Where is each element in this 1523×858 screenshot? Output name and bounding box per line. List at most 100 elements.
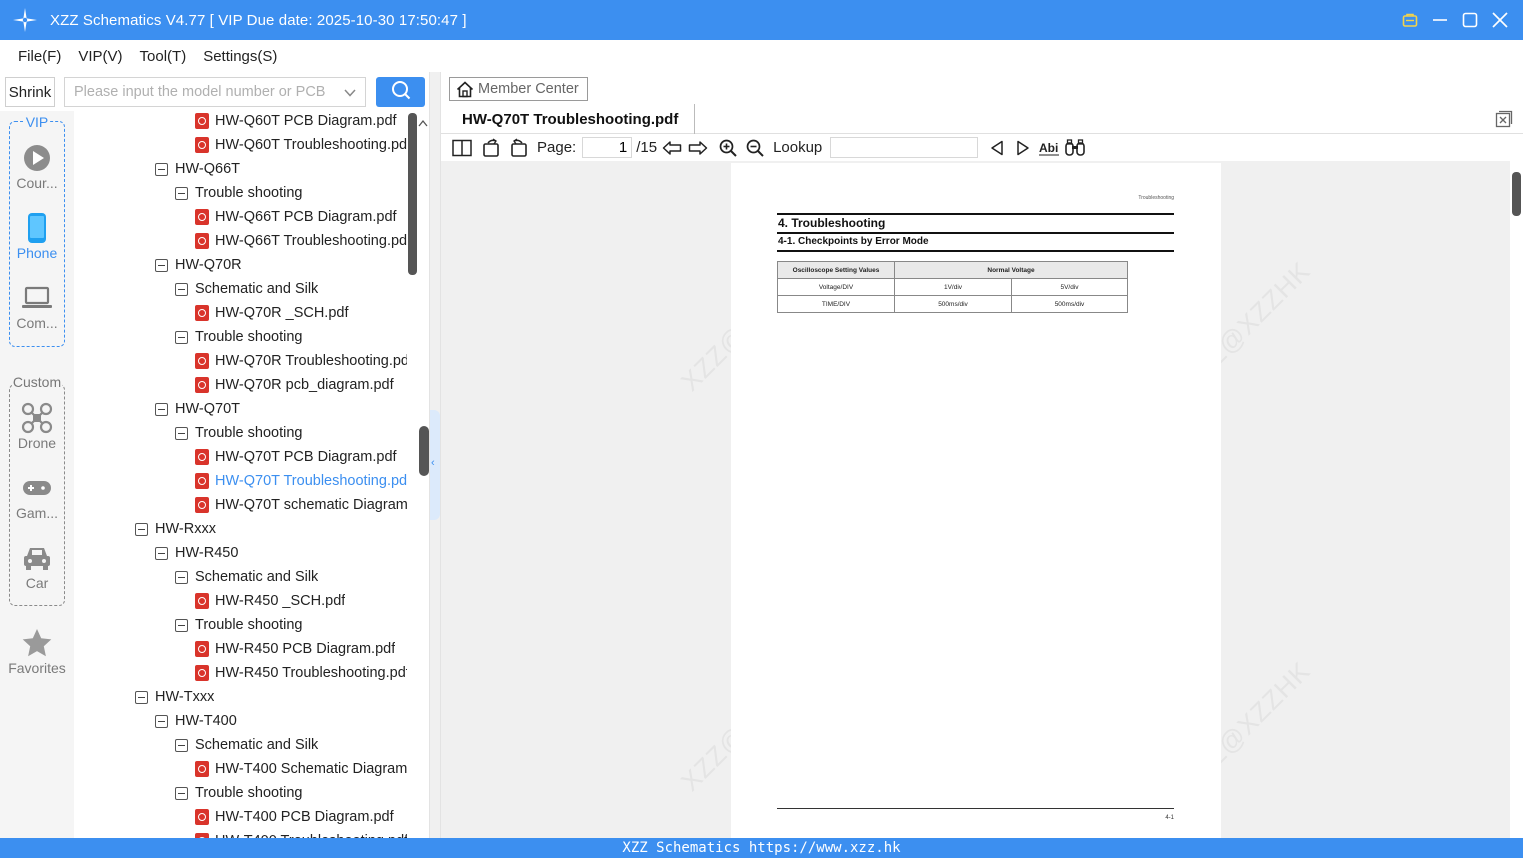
collapse-toggle-icon[interactable]: [135, 690, 148, 704]
tree-folder-item[interactable]: Schematic and Silk: [175, 565, 318, 589]
shrink-button[interactable]: Shrink: [5, 77, 55, 107]
tree-folder-item[interactable]: HW-Txxx: [135, 685, 214, 709]
tree-item-label: HW-T400 PCB Diagram.pdf: [215, 809, 394, 825]
rail-item-drone[interactable]: Drone: [0, 401, 74, 451]
chevron-left-icon[interactable]: ‹: [431, 457, 435, 469]
rail-item-games[interactable]: Gam...: [0, 471, 74, 521]
collapse-toggle-icon[interactable]: [175, 786, 188, 800]
previous-page-icon[interactable]: [659, 134, 685, 161]
collapse-toggle-icon[interactable]: [175, 282, 188, 296]
tree-file-item[interactable]: HW-R450 _SCH.pdf: [195, 589, 345, 613]
tree-folder-item[interactable]: Trouble shooting: [175, 325, 302, 349]
collapse-toggle-icon[interactable]: [175, 738, 188, 752]
rail-item-phone[interactable]: Phone: [0, 211, 74, 261]
tree-folder-item[interactable]: HW-T400: [155, 709, 237, 733]
rail-item-car[interactable]: Car: [0, 541, 74, 591]
maximize-icon[interactable]: [1455, 0, 1485, 40]
tree-file-item[interactable]: HW-T400 Troubleshooting.pdf: [195, 829, 407, 838]
tree-folder-item[interactable]: HW-R450: [155, 541, 238, 565]
tree-file-item[interactable]: HW-T400 Schematic Diagram.pdf: [195, 757, 407, 781]
menu-settings[interactable]: Settings(S): [203, 48, 277, 65]
tree-file-item[interactable]: HW-Q70T schematic Diagram.pdf: [195, 493, 407, 517]
close-tabs-icon[interactable]: [1495, 110, 1513, 133]
collapse-toggle-icon[interactable]: [175, 426, 188, 440]
tree-file-item[interactable]: HW-R450 PCB Diagram.pdf: [195, 637, 395, 661]
tree-file-item[interactable]: HW-Q70T Troubleshooting.pdf: [195, 469, 407, 493]
tree-folder-item[interactable]: Trouble shooting: [175, 781, 302, 805]
next-page-icon[interactable]: [685, 134, 711, 161]
tree-folder-item[interactable]: HW-Q70R: [155, 253, 242, 277]
tree-file-item[interactable]: HW-T400 PCB Diagram.pdf: [195, 805, 394, 829]
zoom-out-icon[interactable]: [743, 134, 767, 161]
table-header-cell: Normal Voltage: [894, 261, 1128, 279]
scroll-up-icon[interactable]: [418, 114, 428, 132]
rail-item-favorites[interactable]: Favorites: [0, 626, 74, 676]
collapse-toggle-icon[interactable]: [155, 162, 168, 176]
tree-folder-item[interactable]: Schematic and Silk: [175, 733, 318, 757]
minimize-icon[interactable]: [1425, 0, 1455, 40]
rail-item-courses[interactable]: Cour...: [0, 141, 74, 191]
tree-folder-item[interactable]: HW-Q66T: [155, 157, 240, 181]
rule: [777, 232, 1174, 234]
search-button[interactable]: [376, 77, 425, 107]
chevron-down-icon[interactable]: [344, 86, 356, 104]
zoom-in-icon[interactable]: [713, 134, 743, 161]
tree-file-item[interactable]: HW-Q66T Troubleshooting.pdf: [195, 229, 407, 253]
collapse-toggle-icon[interactable]: [155, 546, 168, 560]
tree-folder-item[interactable]: Trouble shooting: [175, 613, 302, 637]
collapse-toggle-icon[interactable]: [155, 258, 168, 272]
lookup-input[interactable]: [830, 137, 979, 158]
tree-file-item[interactable]: HW-Q70R _SCH.pdf: [195, 301, 349, 325]
table-cell: TIME/DIV: [777, 295, 895, 313]
tree-file-item[interactable]: HW-Q70R pcb_diagram.pdf: [195, 373, 394, 397]
tree-folder-item[interactable]: Schematic and Silk: [175, 277, 318, 301]
document-tab[interactable]: HW-Q70T Troubleshooting.pdf: [441, 104, 695, 134]
table-cell: 5V/div: [1011, 278, 1128, 296]
match-case-icon[interactable]: Abi: [1036, 134, 1062, 161]
category-rail: VIP Cour... Phone Com... Custom Drone Ga…: [0, 111, 74, 838]
tree-folder-item[interactable]: HW-Q70T: [155, 397, 240, 421]
viewer-scroll-thumb[interactable]: [1512, 172, 1521, 216]
tree-file-item[interactable]: HW-R450 Troubleshooting.pdf: [195, 661, 407, 685]
find-next-icon[interactable]: [1010, 134, 1036, 161]
viewer-scrollbar[interactable]: [1510, 161, 1523, 838]
member-center-button[interactable]: Member Center: [449, 77, 588, 101]
rotate-right-icon[interactable]: [505, 134, 531, 161]
menu-tool[interactable]: Tool(T): [140, 48, 187, 65]
splitter-handle[interactable]: [419, 426, 429, 476]
menu-vip[interactable]: VIP(V): [78, 48, 122, 65]
tree-scrollbar[interactable]: [408, 113, 417, 275]
two-page-view-icon[interactable]: [445, 134, 479, 161]
tree-file-item[interactable]: HW-Q70R Troubleshooting.pdf: [195, 349, 407, 373]
collapse-toggle-icon[interactable]: [175, 618, 188, 632]
tree-file-item[interactable]: HW-Q60T PCB Diagram.pdf: [195, 111, 397, 133]
collapse-toggle-icon[interactable]: [155, 402, 168, 416]
collapse-toggle-icon[interactable]: [135, 522, 148, 536]
pdf-viewer[interactable]: XZZ@XZZHK XZZ@XZZHK XZZ@XZZHK XZZ@XZZHK …: [441, 161, 1510, 838]
rule: [777, 213, 1174, 215]
tree-item-label: Trouble shooting: [195, 785, 303, 801]
tree-folder-item[interactable]: HW-Rxxx: [135, 517, 216, 541]
rotate-left-icon[interactable]: [479, 134, 505, 161]
tree-item-label: Trouble shooting: [195, 425, 303, 441]
tree-folder-item[interactable]: Trouble shooting: [175, 421, 302, 445]
tree-file-item[interactable]: HW-Q60T Troubleshooting.pdf: [195, 133, 407, 157]
tree-item-label: HW-Q66T PCB Diagram.pdf: [215, 209, 397, 225]
tree-item-label: HW-Q66T Troubleshooting.pdf: [215, 233, 407, 249]
tree-file-item[interactable]: HW-Q70T PCB Diagram.pdf: [195, 445, 397, 469]
tree-file-item[interactable]: HW-Q66T PCB Diagram.pdf: [195, 205, 397, 229]
tree-folder-item[interactable]: Trouble shooting: [175, 181, 302, 205]
drone-icon: [0, 401, 74, 435]
collapse-toggle-icon[interactable]: [175, 186, 188, 200]
page-number-input[interactable]: [582, 137, 633, 158]
vip-bag-icon[interactable]: [1395, 0, 1425, 40]
collapse-toggle-icon[interactable]: [175, 330, 188, 344]
collapse-toggle-icon[interactable]: [155, 714, 168, 728]
close-icon[interactable]: [1485, 0, 1515, 40]
collapse-toggle-icon[interactable]: [175, 570, 188, 584]
menu-file[interactable]: File(F): [18, 48, 61, 65]
rail-item-computer[interactable]: Com...: [0, 281, 74, 331]
find-previous-icon[interactable]: [984, 134, 1010, 161]
find-all-binoculars-icon[interactable]: [1062, 134, 1088, 161]
search-input[interactable]: [74, 84, 336, 100]
